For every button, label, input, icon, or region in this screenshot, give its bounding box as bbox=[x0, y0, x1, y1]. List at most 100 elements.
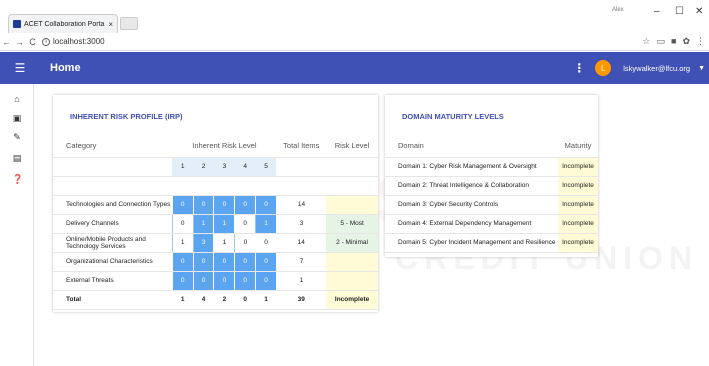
level-cell: 0 bbox=[213, 194, 236, 215]
level-header: 5 bbox=[255, 157, 277, 177]
reload-icon[interactable]: C bbox=[26, 37, 39, 47]
total-items-cell: 14 bbox=[276, 195, 327, 215]
forward-icon[interactable]: → bbox=[13, 37, 26, 47]
table-row: Domain 5: Cyber Incident Management and … bbox=[385, 233, 598, 253]
header-total-items: Total Items bbox=[276, 135, 327, 158]
tab-title: ACET Collaboration Porta bbox=[24, 20, 105, 28]
edit-icon[interactable]: ✎ bbox=[12, 132, 22, 142]
risk-level-cell: 5 - Most bbox=[326, 214, 378, 234]
level-header: 4 bbox=[234, 157, 256, 177]
level-cell: 0 bbox=[234, 251, 257, 272]
hamburger-menu-icon[interactable]: ☰ bbox=[0, 61, 40, 75]
domain-cell: Domain 3: Cyber Security Controls bbox=[385, 195, 558, 215]
header-maturity: Maturity bbox=[558, 135, 598, 158]
maximize-button[interactable]: ☐ bbox=[675, 6, 684, 17]
level-cell: 0 bbox=[192, 194, 215, 215]
menu-icon[interactable]: ⋮ bbox=[696, 36, 705, 47]
header-category: Category bbox=[53, 135, 173, 158]
table-row: Domain 1: Cyber Risk Management & Oversi… bbox=[385, 157, 598, 177]
risk-level-cell: 2 - Minimal bbox=[326, 233, 378, 253]
category-cell: Organizational Characteristics bbox=[53, 252, 173, 272]
username[interactable]: lskywalker@lfcu.org bbox=[623, 64, 690, 73]
help-icon[interactable]: ❓ bbox=[12, 174, 23, 184]
level-cell: 0 bbox=[234, 213, 257, 234]
back-icon[interactable]: ← bbox=[0, 37, 13, 47]
dashboard-icon[interactable]: ▣ bbox=[12, 113, 22, 123]
level-cell: 0 bbox=[234, 270, 257, 291]
more-options-icon[interactable]: ⋮ bbox=[573, 61, 585, 75]
tab-close-icon[interactable]: × bbox=[108, 20, 113, 29]
level-cell: 1 bbox=[213, 213, 236, 234]
total-items-cell: 7 bbox=[276, 252, 327, 272]
domain-cell: Domain 1: Cyber Risk Management & Oversi… bbox=[385, 157, 558, 177]
address-bar: ← → C i localhost:3000 ☆ ▭ ■ ✿ ⋮ bbox=[0, 33, 709, 51]
level-cell: 0 bbox=[255, 233, 277, 253]
irp-header-row: Category Inherent Risk Level Total Items… bbox=[53, 135, 378, 158]
level-cell: 1 bbox=[192, 213, 215, 234]
category-cell: Online/Mobile Products and Technology Se… bbox=[53, 233, 173, 253]
total-items-sum: 39 bbox=[276, 290, 327, 310]
level-cell: 0 bbox=[255, 270, 277, 291]
level-cell: 0 bbox=[234, 194, 257, 215]
risk-level-cell bbox=[326, 271, 378, 291]
total-level-cell: 2 bbox=[213, 290, 235, 310]
table-row: Domain 2: Threat Intelligence & Collabor… bbox=[385, 176, 598, 196]
risk-level-cell bbox=[326, 252, 378, 272]
total-level-cell: 1 bbox=[255, 290, 277, 310]
profile-label[interactable]: Alex bbox=[612, 7, 624, 13]
level-cell: 1 bbox=[213, 232, 236, 253]
table-row: Domain 3: Cyber Security Controls Incomp… bbox=[385, 195, 598, 215]
total-level-cell: 1 bbox=[172, 290, 194, 310]
domain-maturity-table: Domain Maturity Domain 1: Cyber Risk Man… bbox=[385, 135, 598, 253]
table-row: Online/Mobile Products and Technology Se… bbox=[53, 232, 378, 253]
extension3-icon[interactable]: ✿ bbox=[682, 36, 690, 47]
level-cell: 0 bbox=[171, 213, 194, 234]
total-level-cell: 0 bbox=[234, 290, 256, 310]
avatar[interactable]: L bbox=[595, 60, 612, 76]
reports-icon[interactable]: ▤ bbox=[12, 153, 22, 163]
total-level-cell: 4 bbox=[193, 290, 214, 310]
maturity-cell: Incomplete bbox=[558, 233, 598, 253]
category-cell: External Threats bbox=[53, 271, 173, 291]
domain-cell: Domain 5: Cyber Incident Management and … bbox=[385, 233, 558, 253]
app-bar: ☰ Home ⋮ L lskywalker@lfcu.org ▼ bbox=[0, 52, 709, 84]
minimize-button[interactable]: – bbox=[654, 6, 660, 17]
new-tab-button[interactable] bbox=[120, 17, 138, 30]
level-cell: 0 bbox=[171, 251, 194, 272]
user-menu-caret-icon[interactable]: ▼ bbox=[698, 65, 705, 72]
level-cell: 0 bbox=[192, 251, 215, 272]
table-row: Technologies and Connection Types 0 0 0 … bbox=[53, 194, 378, 215]
maturity-cell: Incomplete bbox=[558, 214, 598, 234]
browser-tabstrip: ACET Collaboration Porta × Alex – ☐ ✕ bbox=[0, 0, 709, 33]
header-risk-level: Risk Level bbox=[326, 135, 378, 158]
browser-tab[interactable]: ACET Collaboration Porta × bbox=[8, 14, 118, 33]
spacer-row bbox=[53, 176, 378, 196]
maturity-cell: Incomplete bbox=[558, 195, 598, 215]
star-icon[interactable]: ☆ bbox=[642, 36, 650, 47]
extension2-icon[interactable]: ■ bbox=[671, 36, 676, 47]
level-cell: 0 bbox=[171, 194, 194, 215]
domain-cell: Domain 4: External Dependency Management bbox=[385, 214, 558, 234]
domain-maturity-title: DOMAIN MATURITY LEVELS bbox=[402, 112, 504, 121]
info-icon[interactable]: i bbox=[42, 37, 50, 46]
table-row: Delivery Channels 0 1 1 0 1 3 5 - Most bbox=[53, 213, 378, 234]
level-cell: 0 bbox=[255, 251, 277, 272]
side-nav: ⌂ ▣ ✎ ▤ ❓ bbox=[0, 84, 34, 366]
dm-header-row: Domain Maturity bbox=[385, 135, 598, 158]
page-title: Home bbox=[50, 62, 81, 74]
category-cell: Delivery Channels bbox=[53, 214, 173, 234]
extension-icon[interactable]: ▭ bbox=[657, 36, 666, 47]
close-window-button[interactable]: ✕ bbox=[695, 6, 703, 17]
header-domain: Domain bbox=[385, 135, 558, 158]
irp-card: INHERENT RISK PROFILE (IRP) Category Inh… bbox=[53, 95, 378, 312]
url-field[interactable]: i localhost:3000 bbox=[42, 37, 105, 46]
home-icon[interactable]: ⌂ bbox=[12, 94, 22, 104]
total-items-cell: 3 bbox=[276, 214, 327, 234]
level-header: 3 bbox=[213, 157, 235, 177]
address-bar-actions: ☆ ▭ ■ ✿ ⋮ bbox=[642, 36, 705, 47]
irp-table: Category Inherent Risk Level Total Items… bbox=[53, 135, 378, 310]
risk-level-cell bbox=[326, 195, 378, 215]
level-cell: 0 bbox=[171, 270, 194, 291]
level-cell: 0 bbox=[213, 251, 236, 272]
maturity-cell: Incomplete bbox=[558, 176, 598, 196]
